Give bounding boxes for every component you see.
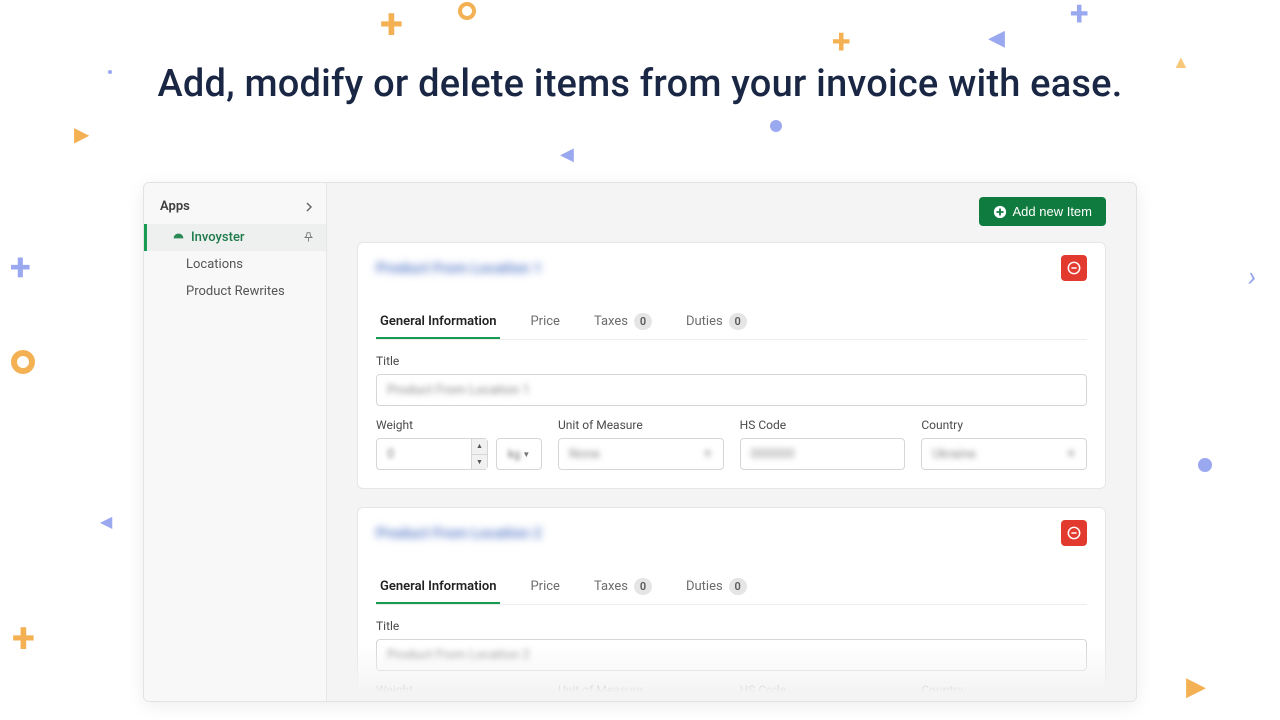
tab-general[interactable]: General Information [376,571,500,604]
deco-triangle: ▶ [1186,672,1206,702]
field-label-weight: Weight [376,683,542,697]
delete-item-button[interactable] [1061,520,1087,546]
count-badge: 0 [729,578,747,595]
deco-triangle: ◀ [100,512,112,531]
deco-triangle: ◀ [988,26,1005,51]
tab-label: Duties [686,314,723,329]
field-label-title: Title [376,619,1087,633]
item-title: Product From Location 1 [376,259,542,277]
sidebar-header-label: Apps [160,199,190,214]
sidebar: Apps Invoyster Locations Product Rewrite… [144,183,327,701]
field-label-title: Title [376,354,1087,368]
tab-label: General Information [380,579,496,594]
item-tabs: General Information Price Taxes 0 Duties… [376,305,1087,340]
sidebar-item-label: Locations [186,257,314,272]
deco-triangle: ◀ [560,144,574,165]
tab-label: Price [530,579,559,594]
sidebar-item-label: Invoyster [191,230,303,245]
deco-plus: + [380,0,403,49]
field-label-country: Country [921,683,1087,697]
field-label-weight: Weight [376,418,542,432]
item-tabs: General Information Price Taxes 0 Duties… [376,570,1087,605]
pin-icon [303,232,314,243]
deco-plus: + [832,22,851,62]
deco-ring [458,2,476,20]
sidebar-item-invoyster[interactable]: Invoyster [144,224,326,251]
add-item-button[interactable]: Add new Item [979,197,1107,226]
deco-dot [1198,458,1212,472]
hs-input[interactable]: 000000 [740,438,906,470]
delete-item-button[interactable] [1061,255,1087,281]
tab-label: Taxes [594,314,628,329]
tab-general[interactable]: General Information [376,306,500,339]
sidebar-item-locations[interactable]: Locations [144,251,326,278]
deco-triangle: ▶ [74,122,89,146]
weight-stepper[interactable]: 0 ▲ ▼ [376,438,488,470]
title-input[interactable]: Product From Location 1 [376,374,1087,406]
tab-duties[interactable]: Duties 0 [682,305,751,340]
field-label-uom: Unit of Measure [558,683,724,697]
field-label-hs: HS Code [740,683,906,697]
tab-price[interactable]: Price [526,306,563,339]
field-label-uom: Unit of Measure [558,418,724,432]
deco-plus: + [10,246,31,290]
item-card: Product From Location 2 General Informat… [357,507,1106,701]
add-item-label: Add new Item [1013,204,1093,219]
count-badge: 0 [634,578,652,595]
tab-duties[interactable]: Duties 0 [682,570,751,605]
chevron-right-icon [304,202,314,212]
stepper-up[interactable]: ▲ [472,439,487,455]
tab-taxes[interactable]: Taxes 0 [590,570,656,605]
tab-taxes[interactable]: Taxes 0 [590,305,656,340]
field-label-country: Country [921,418,1087,432]
toolbar: Add new Item [357,197,1106,226]
sidebar-item-label: Product Rewrites [186,284,314,299]
deco-plus: + [12,614,35,663]
weight-unit-toggle[interactable]: kg ▼ [496,438,542,470]
tab-label: General Information [380,314,496,329]
deco-triangle: › [1246,260,1259,294]
main-content: Add new Item Product From Location 1 Gen… [327,183,1136,701]
hero-title: Add, modify or delete items from your in… [0,62,1280,106]
app-icon [172,231,185,244]
item-title: Product From Location 2 [376,524,542,542]
tab-label: Price [530,314,559,329]
app-window: Apps Invoyster Locations Product Rewrite… [143,182,1137,702]
country-select[interactable]: Ukraine▼ [921,438,1087,470]
minus-circle-icon [1067,526,1081,540]
deco-dot [770,120,782,132]
deco-ring [11,350,35,374]
plus-icon [993,205,1007,219]
sidebar-header[interactable]: Apps [144,189,326,224]
uom-select[interactable]: None▼ [558,438,724,470]
title-input[interactable]: Product From Location 2 [376,639,1087,671]
stepper-down[interactable]: ▼ [472,455,487,470]
minus-circle-icon [1067,261,1081,275]
tab-label: Taxes [594,579,628,594]
tab-price[interactable]: Price [526,571,563,604]
sidebar-item-product-rewrites[interactable]: Product Rewrites [144,278,326,305]
count-badge: 0 [634,313,652,330]
item-card: Product From Location 1 General Informat… [357,242,1106,489]
tab-label: Duties [686,579,723,594]
deco-plus: + [1070,0,1089,34]
count-badge: 0 [729,313,747,330]
field-label-hs: HS Code [740,418,906,432]
